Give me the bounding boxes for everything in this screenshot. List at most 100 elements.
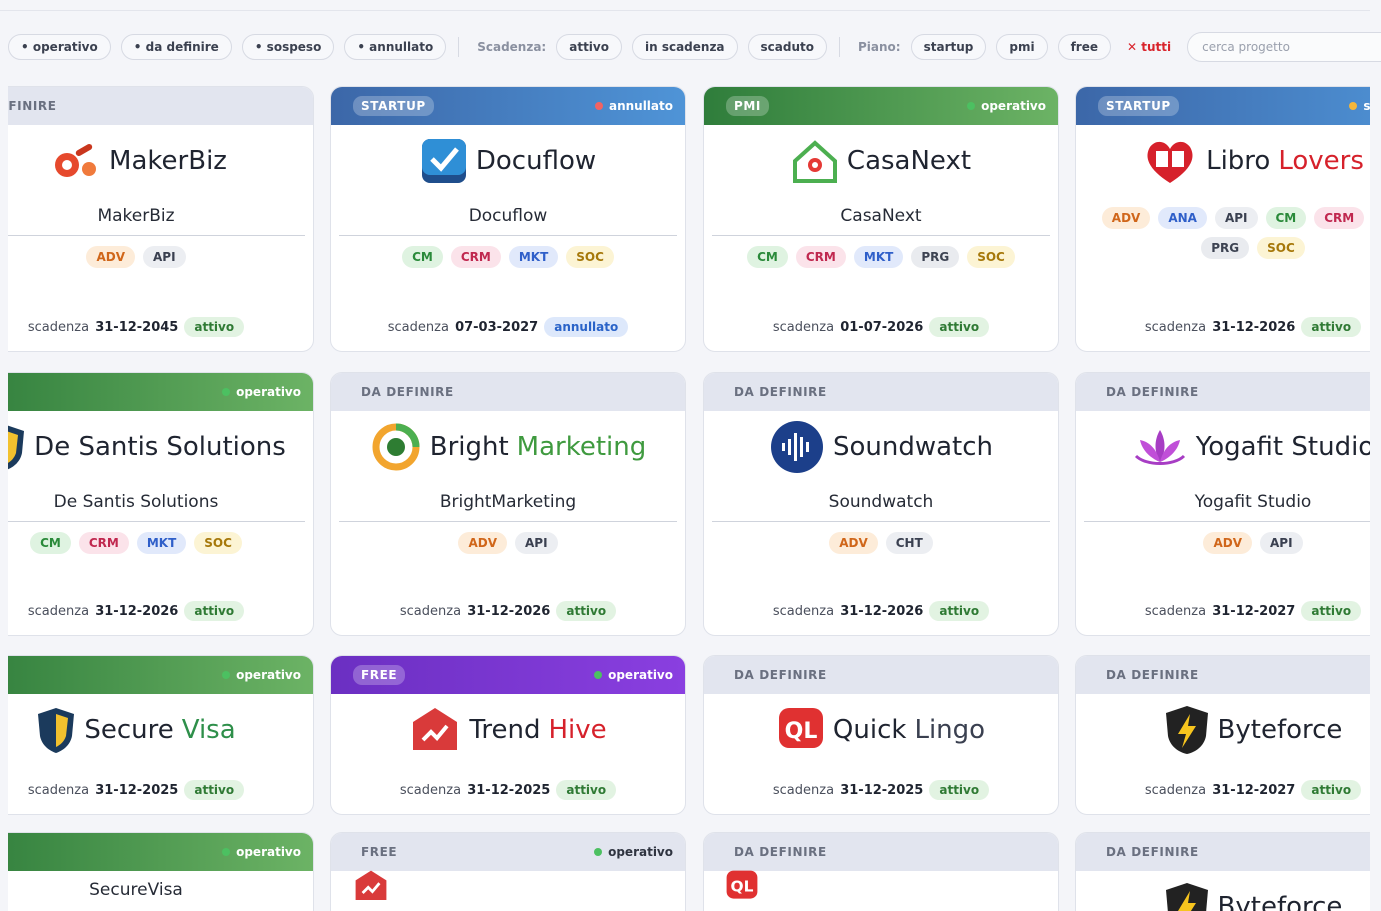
filter-chip-annullato[interactable]: • annullato [344, 34, 447, 60]
deadline-date: 31-12-2026 [840, 604, 924, 619]
card-header-band: DA DEFINIRE [704, 833, 1058, 871]
project-card[interactable]: DA DEFINIREQLQuickLingo [703, 832, 1059, 911]
project-logo: Yogafit Studio [1076, 411, 1370, 483]
filter-chip-attivo[interactable]: attivo [556, 34, 622, 60]
deadline-row: scadenza 07-03-2027 annullato [331, 317, 685, 337]
service-tag: MKT [853, 246, 904, 268]
project-card[interactable]: DA DEFINIRE Byteforce scadenza 31-12-2027 a… [1075, 655, 1370, 815]
deadline-date: 31-12-2026 [95, 604, 179, 619]
filter-chip-scaduto[interactable]: scaduto [747, 34, 827, 60]
logo-text: Secure [84, 715, 174, 745]
deadline-status-badge: attivo [556, 780, 617, 800]
project-logo: De Santis Solutions [8, 411, 313, 483]
project-logo: Byteforce [1076, 871, 1370, 911]
filter-chip-free[interactable]: free [1057, 34, 1111, 60]
project-logo: Secure Visa [8, 694, 313, 766]
plan-badge: FREE [353, 665, 406, 685]
project-logo: Libro Lovers [1076, 125, 1370, 197]
filter-chip-da-definire[interactable]: • da definire [120, 34, 232, 60]
card-header-band: DA DEFINIRE [704, 373, 1058, 411]
plan-badge: STARTUP [1098, 96, 1179, 116]
tag-list: ADV API [1076, 522, 1370, 554]
tag-list: ADV API [8, 236, 313, 268]
service-tag: SOC [194, 532, 242, 554]
project-logo: MakerBiz [8, 125, 313, 197]
deadline-label: scadenza [399, 604, 462, 619]
plan-badge: DA DEFINIRE [734, 845, 827, 859]
card-header-band: FREE operativo [331, 656, 685, 694]
project-card[interactable]: DA DEFINIRE Byteforce [1075, 832, 1370, 911]
logo-text-accent: Lingo [914, 715, 986, 745]
service-tag: API [143, 246, 186, 268]
project-card[interactable]: STARTUP annullato Docuflow Docuflow CM CRM MKT… [330, 86, 686, 352]
deadline-row: scadenza 31-12-2025 attivo [331, 780, 685, 800]
project-card[interactable]: DEFINIRE MakerBiz MakerBiz ADV API scadenza 3… [8, 86, 314, 352]
project-card[interactable]: DA DEFINIRE Bright Marketing BrightMarketin… [330, 372, 686, 636]
filter-chip-pmi[interactable]: pmi [996, 34, 1048, 60]
deadline-status-badge: attivo [556, 601, 617, 621]
tag-list: ADVANAAPICMCRMMPRGSOC [1076, 197, 1370, 259]
logo-text: Soundwatch [832, 432, 994, 462]
deadline-status-badge: annullato [544, 317, 629, 337]
project-card[interactable]: FREEoperativoTrendHive [330, 832, 686, 911]
logo-text: Byteforce [1217, 892, 1343, 911]
project-card[interactable]: operativo SecureVisa [8, 832, 314, 911]
service-tag: ADV [1203, 532, 1252, 554]
card-header-band: operativo [8, 656, 313, 694]
deadline-label: scadenza [1144, 783, 1207, 798]
status-indicator: operativo [222, 845, 301, 859]
service-tag: API [1260, 532, 1303, 554]
project-logo: CasaNext [704, 125, 1058, 197]
project-logo: QL [704, 870, 1058, 901]
ring-icon [370, 421, 422, 473]
project-card[interactable]: DA DEFINIRE QL Quick Lingo scadenza 31-12-20… [703, 655, 1059, 815]
service-tag: ANA [1158, 207, 1207, 229]
plan-badge: DA DEFINIRE [361, 385, 454, 399]
logo-text: Docuflow [475, 146, 597, 176]
project-logo: QL Quick Lingo [704, 694, 1058, 766]
project-card[interactable]: DA DEFINIRE Yogafit Studio Yogafit Studio A… [1075, 372, 1370, 636]
service-tag: CRM [78, 532, 129, 554]
project-card[interactable]: FREE operativo Trend Hive scadenza 31-12-202… [330, 655, 686, 815]
status-label: operativo [236, 385, 301, 399]
service-tag: API [1214, 207, 1258, 229]
clear-filters-button[interactable]: ✕ tutti [1127, 40, 1171, 54]
filter-chip-startup[interactable]: startup [910, 34, 987, 60]
status-label: operativo [981, 99, 1046, 113]
card-header-band: DA DEFINIRE [704, 656, 1058, 694]
service-tag: ADV [829, 532, 878, 554]
service-tag: SOC [566, 246, 614, 268]
service-tag: CRM [450, 246, 501, 268]
project-card[interactable]: operativo Secure Visa scadenza 31-12-2025 at… [8, 655, 314, 815]
service-tag: CM [1265, 207, 1307, 229]
deadline-label: scadenza [387, 320, 449, 335]
project-card[interactable]: operativo De Santis Solutions De Santis So… [8, 372, 314, 636]
service-tag: SOC [967, 246, 1015, 268]
deadline-date: 31-12-2025 [840, 783, 924, 798]
filter-chip-operativo[interactable]: • operativo [8, 34, 111, 60]
plan-badge: DEFINIRE [8, 99, 57, 113]
status-dot [594, 102, 603, 110]
search-input[interactable]: cerca progetto [1187, 32, 1381, 62]
logo-text: Yogafit Studio [1195, 432, 1370, 462]
project-name: SecureVisa [89, 880, 183, 900]
status-indicator: operativo [967, 99, 1046, 113]
status-label: operativo [236, 845, 301, 859]
tag-list: CM CRM MKT PRG SOC [704, 236, 1058, 268]
project-name: Docuflow [468, 206, 548, 226]
status-dot [967, 102, 976, 110]
deadline-row: scadenza 31-12-2025 attivo [8, 780, 313, 800]
card-header-band: STARTUP sospeso [1076, 87, 1370, 125]
status-indicator: operativo [222, 385, 301, 399]
status-label: operativo [608, 668, 673, 682]
project-card[interactable]: STARTUPsospesoLibroLoversADVANAAPICMCRMM… [1075, 86, 1370, 352]
card-header-band: DEFINIRE [8, 87, 313, 125]
filter-chip-sospeso[interactable]: • sospeso [241, 34, 335, 60]
service-tag: PRG [1201, 237, 1250, 259]
project-card[interactable]: DA DEFINIRE Soundwatch Soundwatch ADV CHT sca… [703, 372, 1059, 636]
gear-icon [45, 139, 101, 183]
deadline-date: 31-12-2026 [1212, 320, 1296, 335]
filter-chip-in-scadenza[interactable]: in scadenza [631, 34, 738, 60]
deadline-row: scadenza 31-12-2026 attivo [704, 601, 1058, 621]
project-card[interactable]: PMI operativo CasaNext CasaNext CM CRM MKT PRG S… [703, 86, 1059, 352]
